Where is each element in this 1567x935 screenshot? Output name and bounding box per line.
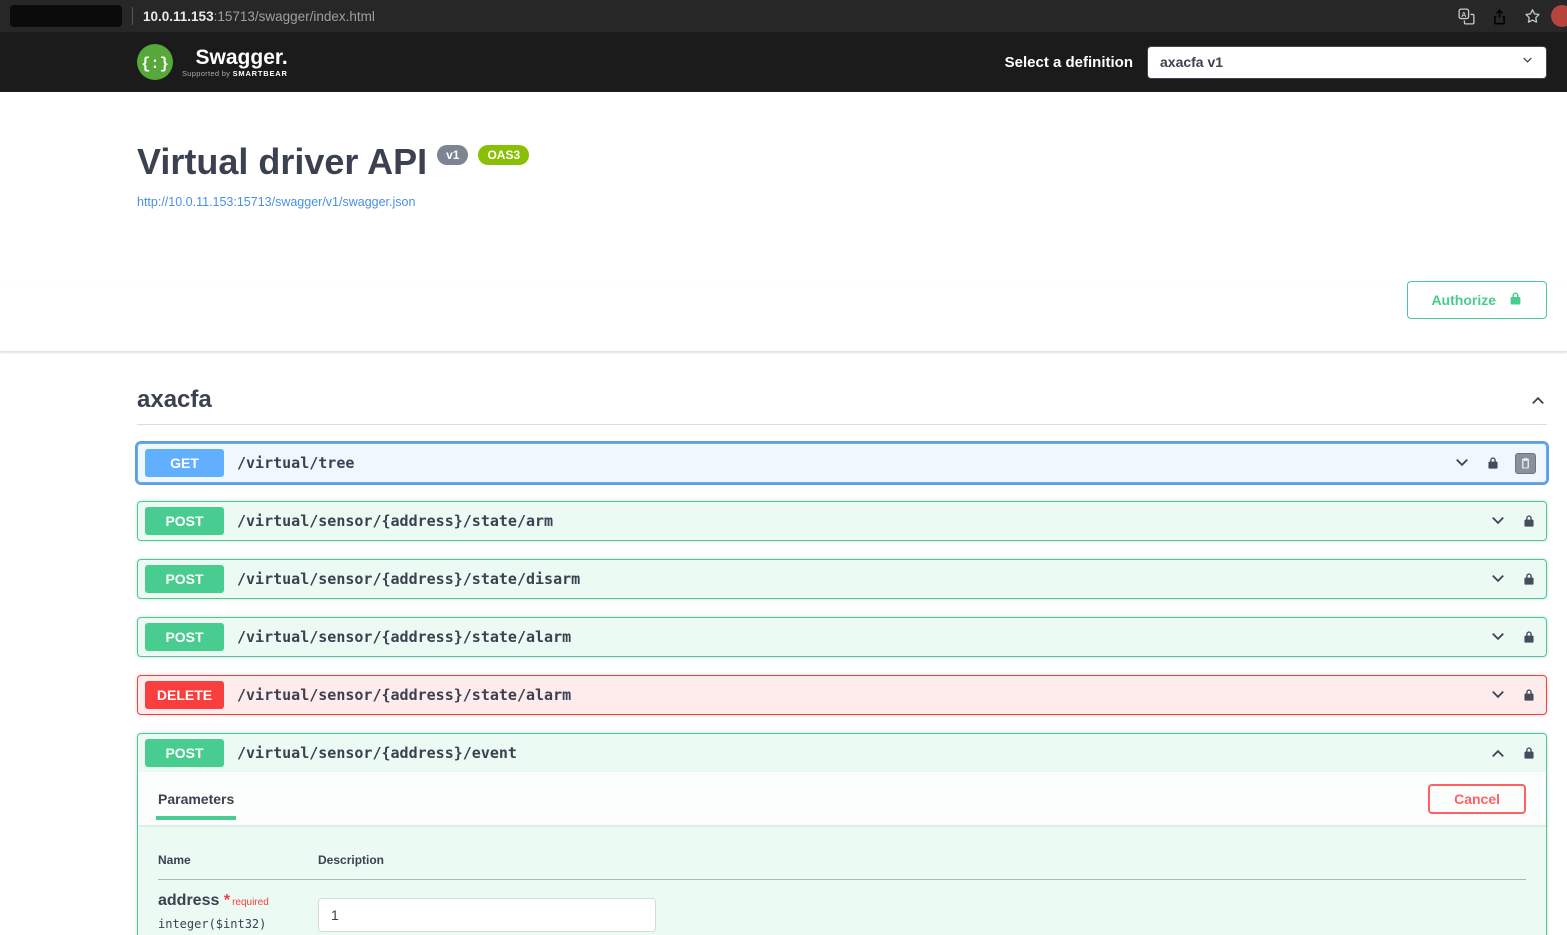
browser-profile-avatar[interactable] [1551, 5, 1567, 27]
chevron-down-icon[interactable] [1453, 454, 1471, 472]
definition-label: Select a definition [1005, 54, 1133, 71]
bookmark-star-icon[interactable] [1524, 8, 1541, 25]
operation-summary[interactable]: POST /virtual/sensor/{address}/state/dis… [138, 560, 1546, 598]
chevron-down-icon[interactable] [1489, 628, 1507, 646]
parameter-value-input[interactable] [318, 898, 656, 932]
divider [132, 7, 133, 25]
url-path: :15713/swagger/index.html [214, 9, 375, 24]
operation-path: /virtual/sensor/{address}/state/arm [237, 512, 553, 530]
method-badge: POST [145, 739, 224, 767]
opblock-post-state-arm: POST /virtual/sensor/{address}/state/arm [137, 501, 1547, 541]
operation-path: /virtual/sensor/{address}/state/alarm [237, 628, 571, 646]
spec-url-link[interactable]: http://10.0.11.153:15713/swagger/v1/swag… [137, 195, 415, 209]
opblock-get-virtual-tree: GET /virtual/tree [137, 443, 1547, 483]
lock-icon[interactable] [1486, 455, 1500, 471]
cancel-button[interactable]: Cancel [1428, 784, 1526, 814]
svg-text:A: A [1461, 10, 1466, 18]
method-badge: GET [145, 449, 224, 477]
method-badge: POST [145, 623, 224, 651]
swagger-logo[interactable]: {:} Swagger. Supported by SMARTBEAR [137, 44, 288, 80]
opblock-post-state-alarm: POST /virtual/sensor/{address}/state/ala… [137, 617, 1547, 657]
operations-section: axacfa GET /virtual/tree POST /virtual/s… [137, 382, 1547, 935]
operation-summary[interactable]: POST /virtual/sensor/{address}/state/ala… [138, 618, 1546, 656]
scheme-container: Authorize [0, 281, 1567, 352]
version-badge: v1 [437, 145, 468, 165]
swagger-logo-icon: {:} [137, 44, 173, 80]
chevron-up-icon[interactable] [1489, 744, 1507, 762]
operation-body: Parameters Cancel Name Description [138, 772, 1546, 935]
lock-icon [1508, 290, 1523, 310]
address-bar[interactable]: 10.0.11.153:15713/swagger/index.html [143, 9, 375, 24]
url-host: 10.0.11.153 [143, 9, 214, 24]
parameter-row: address *required integer($int32) [158, 880, 1526, 933]
operation-summary[interactable]: GET /virtual/tree [138, 444, 1546, 482]
brand-name: Swagger. [196, 47, 288, 69]
definition-selected-value: axacfa v1 [1160, 54, 1223, 70]
translate-icon[interactable]: A [1458, 8, 1475, 25]
operation-path: /virtual/tree [237, 454, 354, 472]
operation-path: /virtual/sensor/{address}/state/alarm [237, 686, 571, 704]
opblock-delete-state-alarm: DELETE /virtual/sensor/{address}/state/a… [137, 675, 1547, 715]
method-badge: DELETE [145, 681, 224, 709]
lock-icon[interactable] [1522, 571, 1536, 587]
lock-icon[interactable] [1522, 513, 1536, 529]
brand-subtitle: Supported by SMARTBEAR [182, 69, 288, 78]
browser-bar: 10.0.11.153:15713/swagger/index.html A [0, 0, 1567, 32]
browser-tab-redacted[interactable] [10, 5, 122, 27]
operation-summary[interactable]: DELETE /virtual/sensor/{address}/state/a… [138, 676, 1546, 714]
authorize-button[interactable]: Authorize [1407, 281, 1547, 319]
opblock-post-state-disarm: POST /virtual/sensor/{address}/state/dis… [137, 559, 1547, 599]
chevron-down-icon[interactable] [1489, 512, 1507, 530]
operation-path: /virtual/sensor/{address}/state/disarm [237, 570, 580, 588]
opblock-post-event: POST /virtual/sensor/{address}/event Par… [137, 733, 1547, 935]
definition-select[interactable]: axacfa v1 [1147, 46, 1547, 79]
svg-text:{:}: {:} [141, 55, 169, 73]
chevron-down-icon[interactable] [1489, 570, 1507, 588]
lock-icon[interactable] [1522, 745, 1536, 761]
api-info-section: Virtual driver API v1 OAS3 http://10.0.1… [137, 92, 1547, 211]
lock-icon[interactable] [1522, 629, 1536, 645]
chevron-down-icon [1521, 54, 1534, 70]
swagger-topbar: {:} Swagger. Supported by SMARTBEAR Sele… [0, 32, 1567, 92]
share-icon[interactable] [1491, 8, 1508, 25]
chevron-down-icon[interactable] [1489, 686, 1507, 704]
chevron-up-icon[interactable] [1529, 391, 1547, 409]
page-title: Virtual driver API v1 OAS3 [137, 142, 1547, 182]
tag-header[interactable]: axacfa [137, 382, 1547, 425]
operation-summary[interactable]: POST /virtual/sensor/{address}/state/arm [138, 502, 1546, 540]
method-badge: POST [145, 507, 224, 535]
parameter-type: integer($int32) [158, 917, 318, 931]
operation-summary[interactable]: POST /virtual/sensor/{address}/event [138, 734, 1546, 772]
lock-icon[interactable] [1522, 687, 1536, 703]
tag-name: axacfa [137, 386, 212, 414]
oas3-badge: OAS3 [478, 145, 529, 165]
parameters-tab[interactable]: Parameters [158, 791, 234, 807]
column-header-description: Description [318, 853, 1526, 880]
column-header-name: Name [158, 853, 318, 880]
operation-path: /virtual/sensor/{address}/event [237, 744, 517, 762]
parameter-name: address *required [158, 892, 318, 910]
method-badge: POST [145, 565, 224, 593]
copy-to-clipboard-icon[interactable] [1515, 453, 1536, 474]
